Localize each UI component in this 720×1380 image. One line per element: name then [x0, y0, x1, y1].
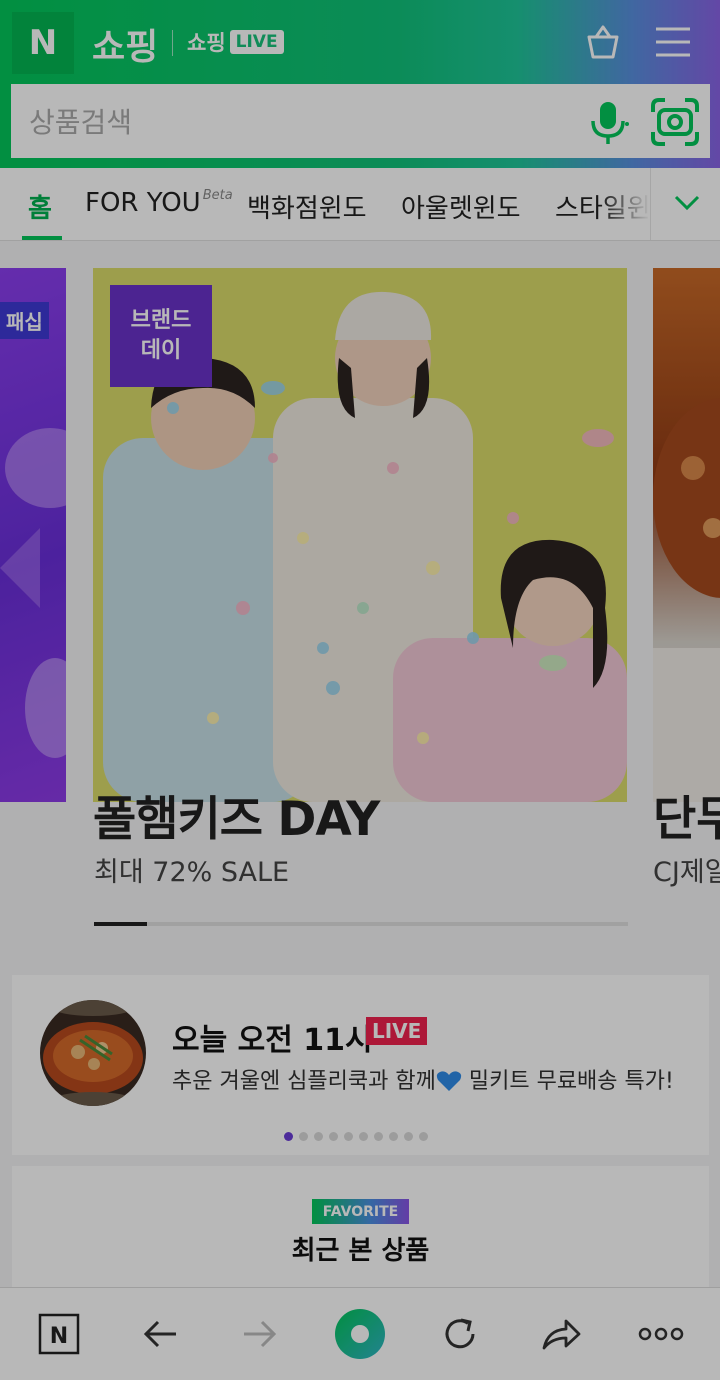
lens-icon[interactable] — [649, 96, 701, 148]
pagination-dot[interactable] — [359, 1132, 368, 1141]
tab-home[interactable]: 홈 — [28, 188, 52, 225]
home-n-icon[interactable]: N — [31, 1306, 87, 1362]
browser-bottom-bar: N — [0, 1287, 720, 1380]
carousel-progress-bar — [94, 922, 628, 926]
pagination-dot[interactable] — [404, 1132, 413, 1141]
prev-card-graphic — [0, 428, 66, 758]
pagination-dot[interactable] — [374, 1132, 383, 1141]
next-card-title[interactable]: 단무 — [653, 780, 720, 849]
promo-carousel: 패십 브랜드 데이 폴햄키즈 DAY 최대 72% SALE 단무 CJ제일 — [0, 242, 720, 952]
live-desc-text-2: 밀키트 무료배송 특가! — [461, 1069, 674, 1094]
share-icon[interactable] — [533, 1306, 589, 1362]
tab-fade — [600, 168, 650, 240]
tab-expand-button[interactable] — [650, 168, 720, 240]
basket-icon[interactable] — [583, 22, 623, 62]
main-card-subtitle: 최대 72% SALE — [94, 857, 290, 888]
shopping-live-link[interactable]: 쇼핑 LIVE — [187, 27, 284, 57]
pagination-dot[interactable] — [344, 1132, 353, 1141]
chevron-down-icon — [674, 195, 700, 211]
pagination-dot[interactable] — [314, 1132, 323, 1141]
header: N 쇼핑 쇼핑 LIVE — [0, 0, 720, 168]
refresh-icon[interactable] — [432, 1306, 488, 1362]
pagination-dot[interactable] — [284, 1132, 293, 1141]
pagination-dot[interactable] — [389, 1132, 398, 1141]
back-arrow-icon[interactable] — [132, 1306, 188, 1362]
next-card-subtitle: CJ제일 — [653, 857, 720, 888]
forward-arrow-icon[interactable] — [232, 1306, 288, 1362]
tab-for-you-label: FOR YOU — [85, 188, 201, 218]
carousel-card-main[interactable]: 브랜드 데이 — [93, 268, 627, 802]
naver-logo[interactable]: N — [12, 12, 74, 74]
more-icon[interactable] — [633, 1306, 689, 1362]
live-desc-text: 추운 겨울엔 심플리쿡과 함께 — [172, 1069, 436, 1094]
beta-label: Beta — [202, 188, 233, 203]
menu-icon[interactable] — [653, 24, 693, 60]
green-circle-icon[interactable] — [332, 1306, 388, 1362]
shopping-live-text: 쇼핑 — [187, 31, 226, 55]
tab-outlet-window[interactable]: 아울렛윈도 — [401, 188, 521, 225]
brand-day-tag: 브랜드 데이 — [110, 285, 212, 387]
carousel-card-previous[interactable]: 패십 — [0, 268, 66, 802]
next-card-food-image — [653, 398, 720, 802]
home-n-letter: N — [50, 1324, 68, 1349]
live-thumbnail — [40, 1000, 146, 1106]
main-card-title[interactable]: 폴햄키즈 DAY — [93, 780, 380, 849]
mic-icon[interactable] — [583, 98, 633, 148]
tab-department-window[interactable]: 백화점윈도 — [247, 188, 367, 225]
pagination-dot[interactable] — [299, 1132, 308, 1141]
live-description: 추운 겨울엔 심플리쿡과 함께 밀키트 무료배송 특가! — [172, 1063, 674, 1095]
tab-for-you[interactable]: FOR YOU Beta — [85, 188, 233, 218]
live-title: 오늘 오전 11시 — [172, 1023, 373, 1058]
search-box — [11, 84, 710, 158]
blue-heart-icon — [436, 1071, 461, 1091]
active-tab-indicator — [22, 236, 62, 240]
carousel-progress-fill — [94, 922, 148, 926]
live-broadcast-card[interactable]: 오늘 오전 11시 LIVE 추운 겨울엔 심플리쿡과 함께 밀키트 무료배송 … — [12, 975, 709, 1155]
pagination-dot[interactable] — [329, 1132, 338, 1141]
favorite-badge: FAVORITE — [312, 1199, 409, 1224]
shopping-title[interactable]: 쇼핑 — [92, 18, 158, 70]
carousel-card-next[interactable] — [653, 268, 720, 802]
search-input[interactable] — [29, 102, 549, 142]
naver-logo-letter: N — [28, 23, 58, 63]
live-badge: LIVE — [366, 1017, 428, 1045]
category-tabs: 홈 FOR YOUBeta 백화점윈도 아울렛윈도 스타일윈 — [0, 168, 720, 241]
title-divider — [172, 30, 173, 56]
recent-products-title[interactable]: 최근 본 상품 — [12, 1230, 709, 1267]
live-pagination-dots — [284, 1132, 428, 1141]
pagination-dot[interactable] — [419, 1132, 428, 1141]
shopping-live-badge: LIVE — [229, 30, 284, 54]
